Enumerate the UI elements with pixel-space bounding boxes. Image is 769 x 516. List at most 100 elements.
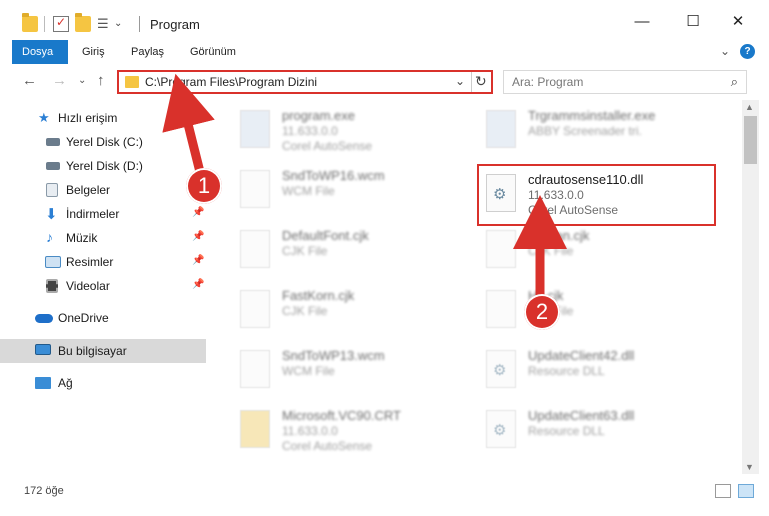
file-item[interactable]: FastKorn.cjk CJK File (236, 284, 476, 336)
file-icon (240, 290, 270, 328)
exe-file-icon (240, 110, 270, 148)
tab-file[interactable]: Dosya (12, 40, 68, 64)
file-icon (486, 230, 516, 268)
file-item[interactable]: program.exe 11.633.0.0 Corel AutoSense (236, 104, 476, 156)
sidebar-item-label: Yerel Disk (D:) (66, 159, 143, 173)
minimize-button[interactable]: — (632, 12, 652, 32)
file-item[interactable]: Microsoft.VC90.CRT 11.633.0.0 Corel Auto… (236, 404, 476, 456)
computer-icon (35, 344, 51, 355)
file-item[interactable]: Trgrammsinstaller.exe ABBY Screenader tr… (482, 104, 722, 156)
documents-icon (46, 183, 58, 197)
pin-icon[interactable]: 📌 (192, 207, 204, 218)
search-input[interactable]: Ara: Program (512, 75, 583, 89)
callout-step-one: 1 (186, 168, 222, 204)
file-icon (486, 290, 516, 328)
file-icon (240, 230, 270, 268)
customize-toolbar-icon[interactable]: ☰ (97, 16, 113, 32)
tab-share[interactable]: Paylaş (121, 40, 174, 64)
help-icon[interactable]: ? (740, 44, 755, 59)
exe-file-icon (486, 110, 516, 148)
folder-archive-icon (240, 410, 270, 448)
sidebar-item-label: Resimler (66, 255, 114, 269)
file-item[interactable]: Hk.cjk CJK File (482, 284, 722, 336)
file-list: program.exe 11.633.0.0 Corel AutoSense T… (206, 100, 742, 474)
sidebar-item-label: Belgeler (66, 183, 111, 197)
sidebar-item-pictures[interactable]: Resimler 📌 (0, 250, 206, 274)
pin-icon[interactable]: 📌 (192, 231, 204, 242)
quick-access-divider (44, 16, 45, 32)
pin-icon[interactable]: 📌 (192, 255, 204, 266)
file-item[interactable]: UpdateClient42.dll Resource DLL (482, 344, 722, 396)
sidebar-item-this-pc[interactable]: Bu bilgisayar (0, 339, 206, 363)
sidebar-item-music[interactable]: ♪ Müzik 📌 (0, 226, 206, 250)
file-name: program.exe (282, 108, 355, 123)
file-type: Resource DLL (528, 364, 605, 378)
file-item[interactable]: SndToWP13.wcm WCM File (236, 344, 476, 396)
dll-file-icon (486, 350, 516, 388)
sidebar-item-network[interactable]: Ağ (0, 371, 206, 395)
sidebar-item-documents[interactable]: Belgeler 📌 (0, 178, 206, 202)
file-version: 11.633.0.0 (282, 424, 338, 438)
sidebar-item-downloads[interactable]: ⬇ İndirmeler 📌 (0, 202, 206, 226)
vertical-scrollbar[interactable]: ▲ ▼ (742, 100, 759, 474)
large-icons-view-icon[interactable] (738, 484, 754, 498)
sidebar-item-local-disk-c[interactable]: Yerel Disk (C:) (0, 130, 206, 154)
sidebar-item-quick-access[interactable]: ★ Hızlı erişim (0, 106, 206, 130)
address-path[interactable]: C:\Program Files\Program Dizini (145, 75, 317, 89)
properties-icon[interactable]: ✓ (53, 15, 69, 32)
toolbar-dropdown-icon[interactable]: ⌄ (114, 18, 130, 34)
search-box[interactable]: Ara: Program ⌕ (503, 70, 747, 94)
maximize-button[interactable]: ☐ (683, 12, 703, 32)
file-type: CJK File (528, 244, 574, 258)
new-folder-icon[interactable] (75, 13, 91, 32)
sidebar-item-label: Ağ (58, 376, 73, 390)
forward-button[interactable]: → (52, 72, 67, 89)
details-view-icon[interactable] (715, 484, 731, 498)
tab-view[interactable]: Görünüm (180, 40, 246, 64)
back-button[interactable]: ← (22, 72, 37, 89)
file-name: UpdateClient63.dll (528, 408, 635, 423)
file-name: Korean.cjk (528, 228, 590, 243)
pin-icon[interactable]: 📌 (192, 279, 204, 290)
scroll-down-icon[interactable]: ▼ (745, 462, 754, 472)
sidebar-item-label: Videolar (66, 279, 110, 293)
music-icon: ♪ (46, 229, 53, 245)
file-item[interactable]: Korean.cjk CJK File (482, 224, 722, 276)
file-item[interactable]: DefaultFont.cjk CJK File (236, 224, 476, 276)
file-item[interactable]: SndToWP16.wcm WCM File (236, 164, 476, 216)
file-name: SndToWP13.wcm (282, 348, 385, 363)
tab-home[interactable]: Giriş (72, 40, 115, 64)
close-button[interactable]: ✕ (728, 12, 748, 32)
window-title: Program (150, 17, 200, 32)
sidebar-item-videos[interactable]: Videolar 📌 (0, 274, 206, 298)
sidebar-item-label: Bu bilgisayar (58, 344, 127, 358)
address-separator (471, 72, 472, 92)
file-icon (240, 350, 270, 388)
file-item[interactable]: UpdateClient63.dll Resource DLL (482, 404, 722, 456)
file-description: ABBY Screenader tri. (528, 124, 642, 138)
sidebar-item-local-disk-d[interactable]: Yerel Disk (D:) (0, 154, 206, 178)
up-button[interactable]: ↑ (97, 72, 105, 89)
scroll-up-icon[interactable]: ▲ (745, 102, 754, 112)
refresh-icon[interactable]: ↻ (475, 73, 487, 90)
sidebar-item-label: Hızlı erişim (58, 111, 118, 125)
address-dropdown-icon[interactable]: ⌄ (455, 74, 465, 88)
file-type: WCM File (282, 184, 335, 198)
dll-file-icon (486, 410, 516, 448)
cloud-icon (35, 314, 53, 323)
address-bar[interactable]: C:\Program Files\Program Dizini ⌄ ↻ (117, 70, 493, 94)
sidebar-item-label: İndirmeler (66, 207, 120, 221)
pictures-icon (45, 256, 61, 268)
file-icon (240, 170, 270, 208)
file-type: CJK File (282, 304, 328, 318)
scroll-thumb[interactable] (744, 116, 757, 164)
title-separator (139, 16, 140, 32)
sidebar-item-label: Müzik (66, 231, 98, 245)
recent-locations-icon[interactable]: ⌄ (78, 75, 86, 86)
search-icon[interactable]: ⌕ (731, 74, 738, 90)
sidebar-item-onedrive[interactable]: OneDrive (0, 306, 206, 330)
callout-step-two: 2 (524, 294, 560, 330)
drive-icon (46, 138, 60, 146)
file-name: UpdateClient42.dll (528, 348, 635, 363)
collapse-ribbon-icon[interactable]: ⌄ (720, 44, 730, 58)
